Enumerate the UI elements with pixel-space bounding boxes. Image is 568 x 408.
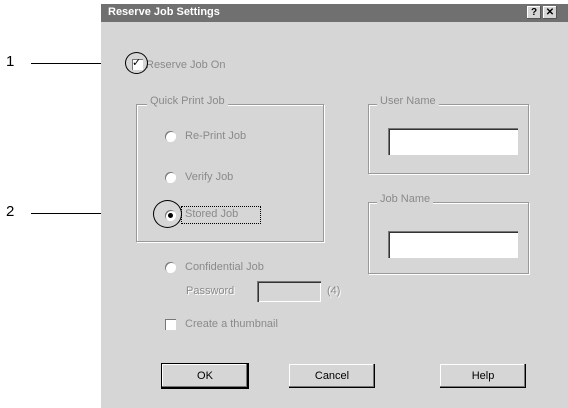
ok-button[interactable]: OK [161, 363, 249, 389]
job-name-group-title: Job Name [377, 193, 434, 205]
help-button[interactable]: Help [440, 364, 526, 388]
callout-1-ring [125, 52, 148, 74]
reprint-job-label[interactable]: Re-Print Job [185, 130, 246, 142]
verify-job-radio[interactable] [165, 172, 176, 183]
title-bar: Reserve Job Settings ? ✕ [101, 4, 568, 22]
confidential-job-label[interactable]: Confidential Job [185, 261, 264, 273]
stored-job-label[interactable]: Stored Job [185, 208, 238, 220]
create-thumbnail-label[interactable]: Create a thumbnail [185, 318, 278, 330]
password-input[interactable] [257, 281, 321, 302]
close-icon[interactable]: ✕ [543, 6, 557, 19]
window-title: Reserve Job Settings [108, 6, 220, 18]
job-name-input[interactable] [388, 231, 518, 258]
user-name-group-title: User Name [377, 95, 439, 107]
password-hint: (4) [327, 285, 341, 297]
callout-2-ring [153, 200, 182, 228]
help-question-icon[interactable]: ? [527, 6, 541, 19]
password-label: Password [186, 285, 235, 297]
callout-2: 2 [6, 203, 15, 220]
reprint-job-radio[interactable] [165, 131, 176, 142]
confidential-job-radio[interactable] [165, 262, 176, 273]
user-name-input[interactable] [388, 128, 518, 155]
callout-1: 1 [6, 53, 15, 70]
create-thumbnail-checkbox[interactable] [165, 319, 176, 330]
cancel-button[interactable]: Cancel [289, 364, 375, 388]
reserve-job-label[interactable]: Reserve Job On [146, 59, 225, 71]
verify-job-label[interactable]: Verify Job [185, 171, 233, 183]
quick-print-job-group-title: Quick Print Job [147, 95, 228, 107]
